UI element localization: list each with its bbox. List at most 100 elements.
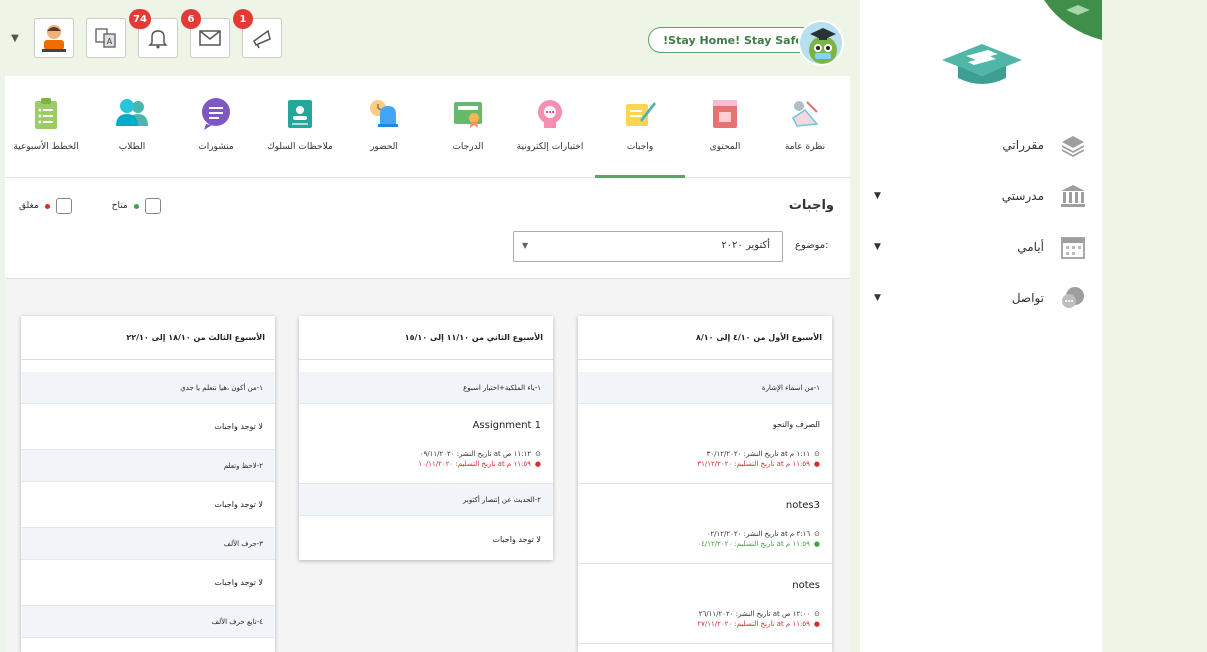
top-icons: ▼ A 74 6 1 (8, 9, 282, 58)
tab-label: الحضور (370, 142, 398, 152)
clock-icon: ⊙ (814, 530, 820, 538)
certificate-icon (454, 102, 482, 128)
tab-overview[interactable]: نظرة عامة (760, 96, 850, 178)
legend-available: متاح (112, 198, 161, 214)
sidebar-item-label: مقرراتي (1002, 138, 1044, 152)
publish-date-text: تاريخ النشر: ٠٩/١١/٢٠٢٠ at ١١:١٢ ص (419, 450, 532, 458)
clock-icon: ⊙ (814, 610, 820, 618)
due-date-text: تاريخ التسليم: ١٠/١١/٢٠٢٠ at ١١:٥٩ م (418, 460, 531, 468)
topic-select[interactable]: أكتوبر ٢٠٢٠ ▼ (513, 231, 783, 262)
tab-label: واجبات (626, 142, 654, 152)
week-card: الأسبوع الثالث من ١٨/١٠ إلى ٢٢/١٠ ١-من أ… (21, 316, 275, 652)
tab-label: ملاحظات السلوك (267, 142, 333, 152)
language-button[interactable]: A (86, 18, 126, 58)
sidebar-item-courses[interactable]: مقرراتي (860, 131, 1102, 159)
sidebar-item-school[interactable]: ▼ مدرستي (860, 182, 1102, 210)
lesson-title[interactable]: ١-ياء الملكية+اختبار اسبوع (299, 372, 553, 404)
red-dot-icon (44, 203, 50, 209)
publish-date: تاريخ النشر: ٢٦/١١/٢٠٢٠ at ١٢:٠٠ ص ⊙ (699, 610, 820, 618)
translate-icon: A (95, 28, 116, 48)
tab-posts[interactable]: منشورات (171, 96, 261, 178)
publish-date-text: تاريخ النشر: ٣٠/١٢/٢٠٢٠ at ١:١١ م (706, 450, 811, 458)
closed-filter-checkbox[interactable] (55, 198, 72, 214)
mascot-avatar[interactable] (798, 20, 844, 66)
clipboard-list-icon (35, 98, 57, 129)
clock-icon: ⊙ (814, 450, 820, 458)
id-card-icon (288, 100, 312, 128)
corner-logo-icon (1044, 0, 1102, 40)
red-dot-icon: ● (534, 460, 541, 468)
tab-label: الخطط الأسبوعية (13, 142, 79, 152)
course-tabs: نظرة عامة المحتوى واجبات اختبارات إلكترو… (5, 76, 850, 178)
lesson-title[interactable]: ٣-حرف الألف (21, 528, 275, 560)
chat-bubble-icon (202, 98, 230, 130)
tab-content[interactable]: المحتوى (680, 96, 770, 178)
status-legend: مغلق متاح (19, 198, 161, 214)
tab-students[interactable]: الطلاب (87, 96, 177, 178)
due-date: تاريخ التسليم: ٣١/١٢/٢٠٢٠ at ١١:٥٩ م ● (697, 460, 820, 468)
tab-label: الطلاب (118, 142, 146, 152)
sidebar-item-label: تواصل (1011, 291, 1044, 305)
red-dot-icon: ● (813, 620, 820, 628)
sidebar-item-days[interactable]: ▼ أيامي (860, 233, 1102, 261)
chevron-down-icon: ▼ (522, 241, 529, 250)
tab-label: نظرة عامة (784, 142, 826, 152)
lesson-title[interactable]: ١-من اسماء الإشارة (578, 372, 832, 404)
homework-item[interactable]: الصرف والنحو تاريخ النشر: ٣٠/١٢/٢٠٢٠ at … (578, 404, 832, 484)
week-card: الأسبوع الأول من ٤/١٠ إلى ٨/١٠ ١-من اسما… (578, 316, 832, 652)
tab-weekly-plans[interactable]: الخطط الأسبوعية (1, 96, 91, 178)
overview-icon (792, 101, 819, 127)
megaphone-icon (253, 29, 271, 49)
week-title: الأسبوع الثاني من ١١/١٠ إلى ١٥/١٠ (299, 316, 553, 360)
notifications-button[interactable]: 74 (129, 9, 178, 58)
chat-bubbles-icon (1062, 287, 1084, 308)
lesson-title[interactable]: ٢-الحديث عن إنتصار أكتوبر (299, 484, 553, 516)
tab-exams[interactable]: اختبارات إلكترونية (505, 96, 595, 178)
tab-label: اختبارات إلكترونية (516, 142, 584, 152)
no-homework-text: لا توجد واجبات (21, 482, 275, 528)
caret-down-icon: ▼ (874, 293, 881, 303)
tab-label: الدرجات (452, 142, 484, 152)
profile-avatar-button[interactable] (34, 18, 74, 58)
topic-select-value: أكتوبر ٢٠٢٠ (721, 240, 770, 251)
publish-date: تاريخ النشر: ٠٩/١١/٢٠٢٠ at ١١:١٢ ص ⊙ (420, 450, 541, 458)
publish-date-text: تاريخ النشر: ٠٢/١٢/٢٠٢٠ at ٢:١٦ م (706, 530, 811, 538)
homework-item[interactable]: Assignment 1 تاريخ النشر: ٠٩/١١/٢٠٢٠ at … (299, 404, 553, 484)
legend-closed: مغلق (19, 198, 72, 214)
green-dot-icon (133, 203, 139, 209)
lesson-title[interactable]: ٤-تابع حرف الألف (21, 606, 275, 638)
legend-available-label: متاح (111, 201, 128, 211)
tab-behavior[interactable]: ملاحظات السلوك (255, 96, 345, 178)
homework-item[interactable]: notes3 تاريخ النشر: ٠٢/١٢/٢٠٢٠ at ٢:١٦ م… (578, 484, 832, 564)
homework-name: Assignment 1 (472, 420, 541, 431)
homework-item[interactable]: notes تاريخ النشر: ٢٦/١١/٢٠٢٠ at ١٢:٠٠ ص… (578, 564, 832, 644)
top-bar: ▼ A 74 6 1 !Stay Home! Stay Safe (0, 0, 860, 76)
lesson-title[interactable]: ١-من أكون ،هيا نتعلم يا جدي (21, 372, 275, 404)
tab-homework[interactable]: واجبات (595, 96, 685, 178)
due-date: تاريخ التسليم: ٠٤/١٢/٢٠٢٠ at ١١:٥٩ م ● (697, 540, 820, 548)
messages-badge: 6 (181, 9, 201, 29)
week-card: الأسبوع الثاني من ١١/١٠ إلى ١٥/١٠ ١-ياء … (299, 316, 553, 560)
envelope-icon (199, 30, 221, 46)
due-date: تاريخ التسليم: ٢٧/١١/٢٠٢٠ at ١١:٥٩ م ● (697, 620, 820, 628)
no-homework-text: لا توجد واجبات (21, 404, 275, 450)
due-date-text: تاريخ التسليم: ٣١/١٢/٢٠٢٠ at ١١:٥٩ م (697, 460, 810, 468)
tab-grades[interactable]: الدرجات (423, 96, 513, 178)
profile-dropdown-caret[interactable]: ▼ (8, 18, 22, 58)
red-dot-icon: ● (813, 460, 820, 468)
notifications-badge: 74 (129, 9, 151, 29)
tab-attendance[interactable]: الحضور (339, 96, 429, 178)
no-homework-text: لا توجد واجبات (21, 560, 275, 606)
stay-home-banner[interactable]: !Stay Home! Stay Safe (648, 27, 818, 53)
week-title: الأسبوع الثالث من ١٨/١٠ إلى ٢٢/١٠ (21, 316, 275, 360)
tab-label: المحتوى (709, 142, 741, 152)
no-homework-text: لا توجد واجبات (492, 534, 541, 544)
announcements-button[interactable]: 1 (233, 9, 282, 58)
clock-icon: ⊙ (535, 450, 541, 458)
messages-button[interactable]: 6 (181, 9, 230, 58)
lesson-title[interactable]: ٢-لاحظ وتعلم (21, 450, 275, 482)
sidebar-item-label: أيامي (1017, 240, 1044, 254)
available-filter-checkbox[interactable] (144, 198, 161, 214)
sidebar-item-communication[interactable]: ▼ تواصل (860, 284, 1102, 312)
homework-name: notes (792, 580, 820, 591)
